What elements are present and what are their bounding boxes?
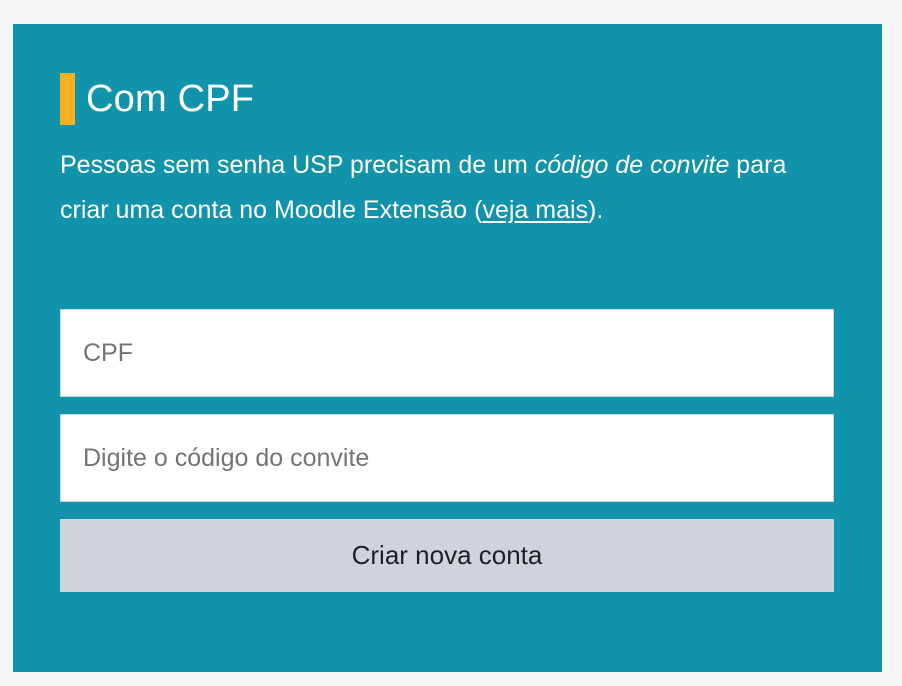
section-description: Pessoas sem senha USP precisam de um cód… (60, 143, 830, 233)
section-heading: Com CPF (60, 73, 254, 125)
create-account-button[interactable]: Criar nova conta (60, 519, 834, 592)
accent-bar (60, 73, 75, 125)
cpf-input[interactable] (60, 309, 834, 397)
description-emphasis: código de convite (534, 151, 730, 179)
description-text-3: ). (588, 196, 604, 224)
section-title: Com CPF (86, 78, 255, 120)
description-text-1: Pessoas sem senha USP precisam de um (60, 151, 535, 179)
invite-code-input[interactable] (60, 414, 834, 502)
more-info-link[interactable]: veja mais (482, 196, 588, 224)
create-account-panel: Com CPF Pessoas sem senha USP precisam d… (13, 24, 882, 672)
